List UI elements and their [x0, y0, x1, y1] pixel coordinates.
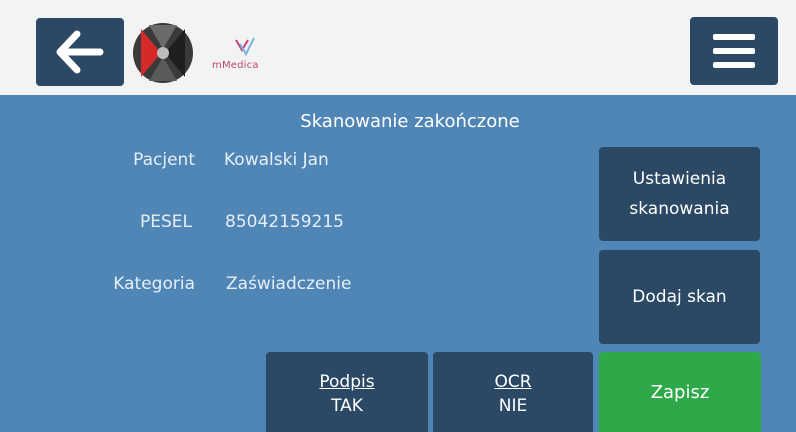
- ocr-value: NIE: [498, 396, 528, 416]
- arrow-left-icon: [56, 30, 104, 74]
- ocr-toggle-button[interactable]: OCR NIE: [433, 352, 593, 432]
- back-button[interactable]: [36, 18, 124, 86]
- hamburger-menu-icon: [713, 34, 755, 68]
- menu-button[interactable]: [690, 17, 778, 85]
- app-logo-icon: [133, 23, 193, 83]
- pesel-label: PESEL: [140, 212, 192, 232]
- scan-settings-button[interactable]: Ustawienia skanowania: [599, 147, 760, 241]
- brand-name: mMedica: [212, 60, 259, 71]
- category-label: Kategoria: [113, 274, 195, 294]
- pesel-value: 85042159215: [225, 212, 344, 232]
- signature-label: Podpis: [319, 372, 375, 392]
- save-button[interactable]: Zapisz: [599, 352, 761, 432]
- add-scan-label: Dodaj skan: [632, 287, 727, 307]
- signature-value: TAK: [331, 396, 363, 416]
- patient-label: Pacjent: [133, 150, 195, 170]
- patient-value: Kowalski Jan: [224, 150, 329, 170]
- save-label: Zapisz: [650, 381, 710, 403]
- ocr-label: OCR: [494, 372, 532, 392]
- category-value: Zaświadczenie: [226, 274, 352, 294]
- scan-settings-label-line2: skanowania: [629, 199, 730, 219]
- status-title: Skanowanie zakończone: [300, 111, 520, 132]
- top-bar: mMedica: [0, 0, 796, 95]
- add-scan-button[interactable]: Dodaj skan: [599, 250, 760, 344]
- scan-settings-label-line1: Ustawienia: [632, 169, 727, 189]
- signature-toggle-button[interactable]: Podpis TAK: [266, 352, 428, 432]
